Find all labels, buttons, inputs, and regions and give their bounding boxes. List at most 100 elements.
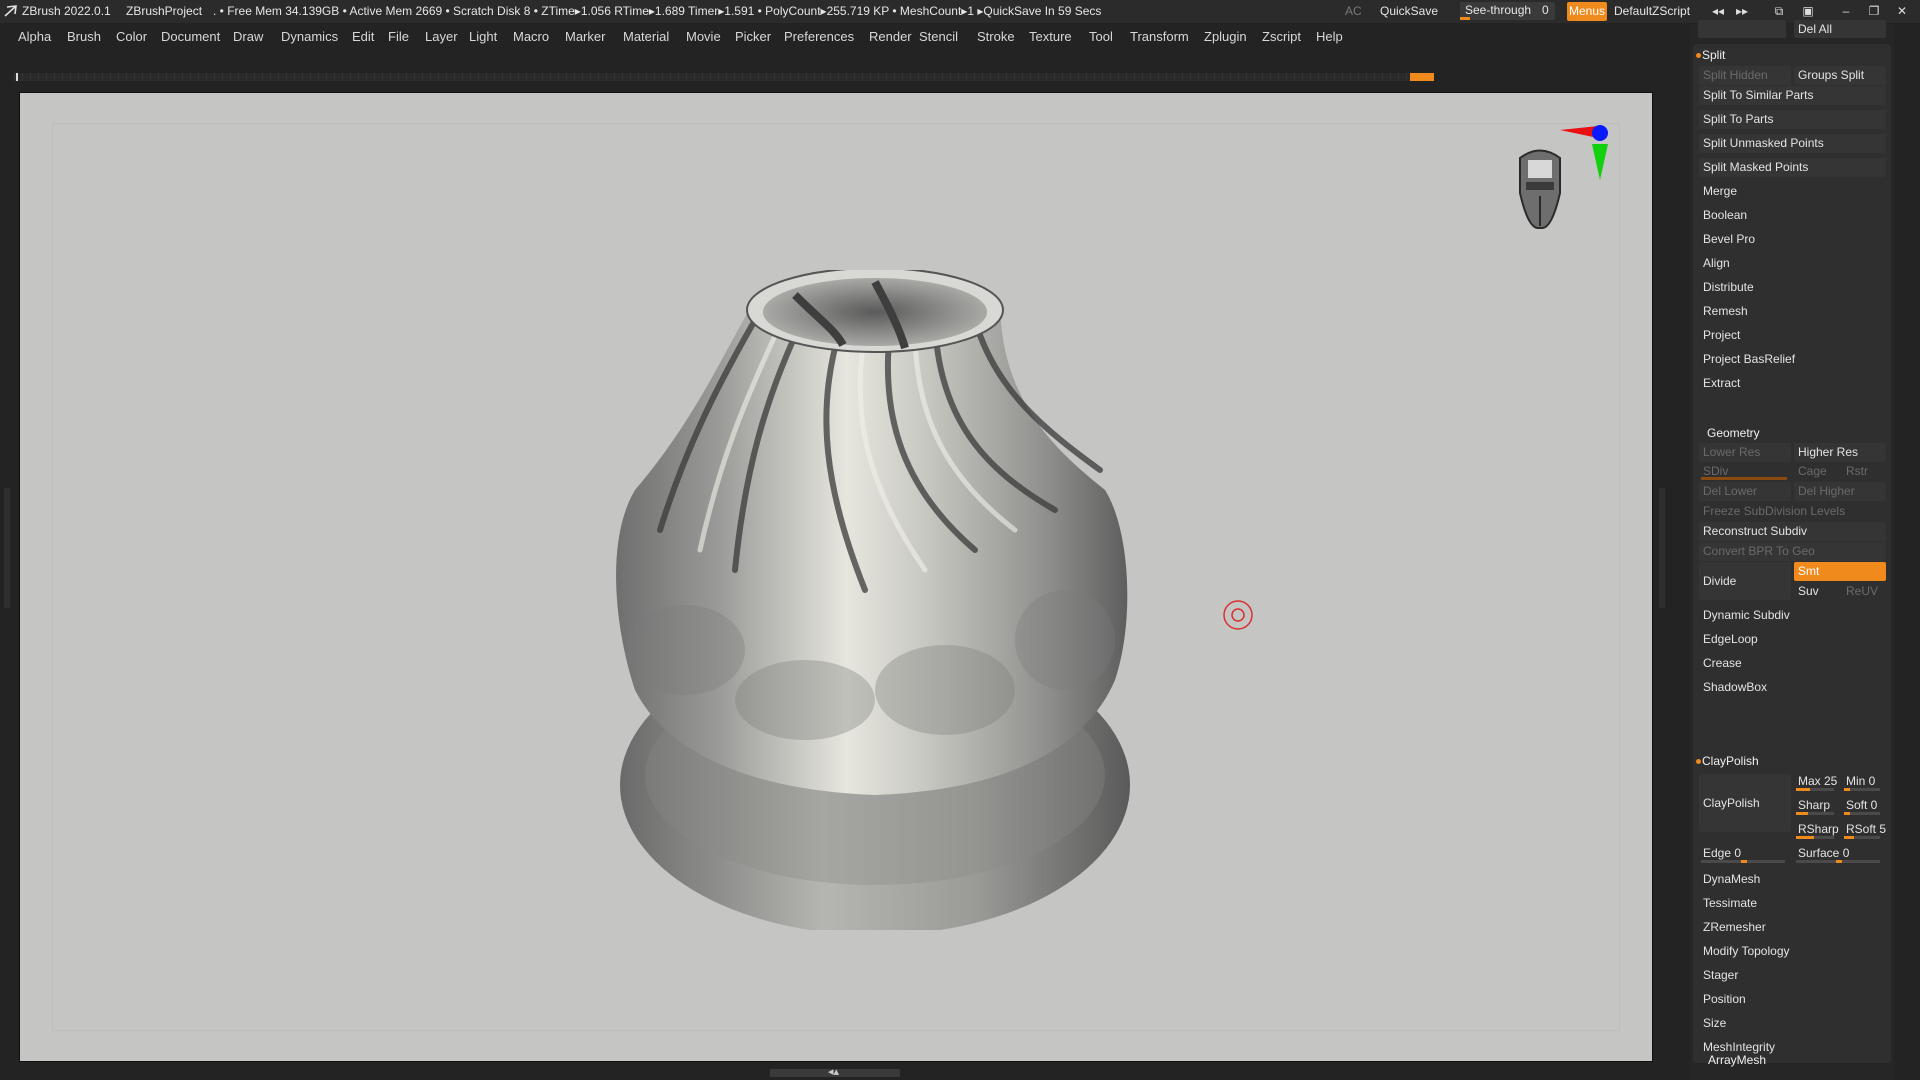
see-through-slider[interactable]: See-through 0: [1460, 2, 1555, 20]
cage-button[interactable]: Cage: [1794, 462, 1838, 481]
menu-picker[interactable]: Picker: [735, 29, 771, 44]
extract-button[interactable]: Extract: [1699, 374, 1886, 393]
del-all-button[interactable]: Del All: [1794, 20, 1886, 38]
boolean-button[interactable]: Boolean: [1699, 206, 1886, 225]
edgeloop-button[interactable]: EdgeLoop: [1699, 630, 1886, 649]
suv-toggle[interactable]: Suv: [1794, 582, 1838, 601]
right-tray-handle[interactable]: [1659, 488, 1665, 608]
menu-file[interactable]: File: [388, 29, 409, 44]
menu-stencil[interactable]: Stencil: [919, 29, 958, 44]
split-header[interactable]: Split: [1702, 48, 1725, 62]
minimize-icon[interactable]: ‒: [1838, 4, 1854, 18]
size-button[interactable]: Size: [1699, 1014, 1886, 1033]
menu-movie[interactable]: Movie: [686, 29, 721, 44]
top-blank-button[interactable]: [1698, 20, 1786, 38]
menu-macro[interactable]: Macro: [513, 29, 549, 44]
right-arrows-icon[interactable]: ▸▸: [1734, 4, 1750, 18]
menu-texture[interactable]: Texture: [1029, 29, 1072, 44]
reconstruct-subdiv-button[interactable]: Reconstruct Subdiv: [1699, 522, 1886, 541]
split-to-parts-button[interactable]: Split To Parts: [1699, 110, 1886, 129]
menu-tool[interactable]: Tool: [1089, 29, 1113, 44]
del-lower-button[interactable]: Del Lower: [1699, 482, 1791, 501]
left-arrows-icon[interactable]: ◂◂: [1710, 4, 1726, 18]
rsharp-slider[interactable]: RSharp: [1794, 820, 1840, 839]
max-slider[interactable]: Max 25: [1794, 772, 1840, 791]
menu-document[interactable]: Document: [161, 29, 220, 44]
dynamesh-button[interactable]: DynaMesh: [1699, 870, 1886, 889]
split-unmasked-points-button[interactable]: Split Unmasked Points: [1699, 134, 1886, 153]
stager-button[interactable]: Stager: [1699, 966, 1886, 985]
menu-marker[interactable]: Marker: [565, 29, 605, 44]
arraymesh-header[interactable]: ArrayMesh: [1708, 1053, 1766, 1067]
menu-material[interactable]: Material: [623, 29, 669, 44]
freeze-subdivision-button[interactable]: Freeze SubDivision Levels: [1699, 502, 1886, 521]
vase-3d-model[interactable]: [605, 270, 1155, 930]
left-tray-handle[interactable]: [4, 488, 10, 608]
close-icon[interactable]: ✕: [1894, 4, 1910, 18]
monitor-icon[interactable]: ▣: [1800, 4, 1816, 18]
soft-slider[interactable]: Soft 0: [1842, 796, 1886, 815]
claypolish-button[interactable]: ClayPolish: [1699, 774, 1791, 832]
shadowbox-button[interactable]: ShadowBox: [1699, 678, 1886, 697]
split-masked-points-button[interactable]: Split Masked Points: [1699, 158, 1886, 177]
del-higher-button[interactable]: Del Higher: [1794, 482, 1886, 501]
higher-res-button[interactable]: Higher Res: [1794, 443, 1886, 462]
rsoft-slider[interactable]: RSoft 5: [1842, 820, 1886, 839]
bevel-pro-button[interactable]: Bevel Pro: [1699, 230, 1886, 249]
menu-color[interactable]: Color: [116, 29, 147, 44]
timeline-current-marker[interactable]: [1410, 73, 1434, 81]
restore-icon[interactable]: ❐: [1866, 4, 1882, 18]
geometry-header[interactable]: Geometry: [1707, 426, 1760, 440]
edge-slider[interactable]: Edge 0: [1699, 844, 1791, 863]
menu-zplugin[interactable]: Zplugin: [1204, 29, 1247, 44]
project-title[interactable]: ZBrushProject: [126, 4, 202, 18]
default-zscript-button[interactable]: DefaultZScript: [1614, 4, 1690, 18]
split-to-similar-parts-button[interactable]: Split To Similar Parts: [1699, 86, 1886, 105]
convert-bpr-button[interactable]: Convert BPR To Geo: [1699, 542, 1886, 561]
dynamic-subdiv-button[interactable]: Dynamic Subdiv: [1699, 606, 1886, 625]
menu-light[interactable]: Light: [469, 29, 497, 44]
menu-render[interactable]: Render: [869, 29, 912, 44]
merge-button[interactable]: Merge: [1699, 182, 1886, 201]
remesh-button[interactable]: Remesh: [1699, 302, 1886, 321]
menu-help[interactable]: Help: [1316, 29, 1343, 44]
quicksave-button[interactable]: QuickSave: [1380, 4, 1438, 18]
min-slider[interactable]: Min 0: [1842, 772, 1886, 791]
divide-button[interactable]: Divide: [1699, 562, 1791, 600]
distribute-button[interactable]: Distribute: [1699, 278, 1886, 297]
split-hidden-button[interactable]: Split Hidden: [1699, 66, 1791, 85]
menu-dynamics[interactable]: Dynamics: [281, 29, 338, 44]
menu-draw[interactable]: Draw: [233, 29, 263, 44]
modify-topology-button[interactable]: Modify Topology: [1699, 942, 1886, 961]
timeline-track[interactable]: [14, 73, 1434, 81]
position-button[interactable]: Position: [1699, 990, 1886, 1009]
tessimate-button[interactable]: Tessimate: [1699, 894, 1886, 913]
ac-label[interactable]: AC: [1345, 4, 1362, 18]
sharp-slider[interactable]: Sharp: [1794, 796, 1840, 815]
layout-icon[interactable]: ⧉: [1771, 4, 1787, 18]
menu-alpha[interactable]: Alpha: [18, 29, 51, 44]
claypolish-header[interactable]: ClayPolish: [1702, 754, 1759, 768]
smt-toggle[interactable]: Smt: [1794, 562, 1886, 581]
sdiv-slider[interactable]: SDiv: [1699, 462, 1791, 481]
menu-zscript[interactable]: Zscript: [1262, 29, 1301, 44]
menu-edit[interactable]: Edit: [352, 29, 374, 44]
align-button[interactable]: Align: [1699, 254, 1886, 273]
zremesher-button[interactable]: ZRemesher: [1699, 918, 1886, 937]
menu-brush[interactable]: Brush: [67, 29, 101, 44]
zbrush-logo-icon[interactable]: [4, 4, 18, 18]
menu-transform[interactable]: Transform: [1130, 29, 1189, 44]
menu-preferences[interactable]: Preferences: [784, 29, 854, 44]
crease-button[interactable]: Crease: [1699, 654, 1886, 673]
reuv-toggle[interactable]: ReUV: [1842, 582, 1886, 601]
menu-layer[interactable]: Layer: [425, 29, 458, 44]
rstr-button[interactable]: Rstr: [1842, 462, 1886, 481]
groups-split-button[interactable]: Groups Split: [1794, 66, 1886, 85]
lower-res-button[interactable]: Lower Res: [1699, 443, 1791, 462]
project-button[interactable]: Project: [1699, 326, 1886, 345]
menus-toggle-button[interactable]: Menus: [1567, 2, 1607, 21]
surface-slider[interactable]: Surface 0: [1794, 844, 1886, 863]
navigation-gizmo[interactable]: [1500, 118, 1620, 238]
project-basrelief-button[interactable]: Project BasRelief: [1699, 350, 1886, 369]
menu-stroke[interactable]: Stroke: [977, 29, 1015, 44]
